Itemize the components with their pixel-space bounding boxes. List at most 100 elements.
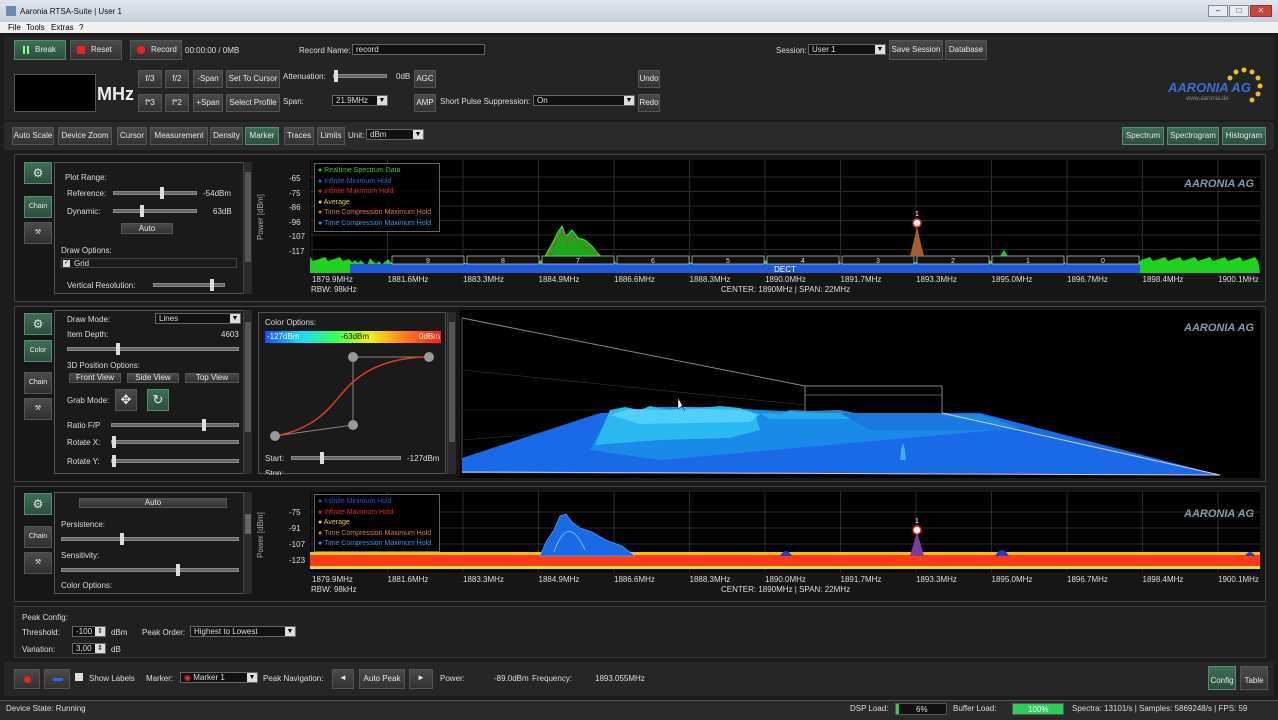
marker-select[interactable]: ◉ Marker 1 ▼ <box>180 672 258 683</box>
redo-button[interactable]: Redo <box>638 94 660 112</box>
density-button[interactable]: Density <box>210 127 243 145</box>
auto-peak-button[interactable]: Auto Peak <box>359 669 405 689</box>
move-icon[interactable]: ✥ <box>115 389 137 411</box>
histogram-legend[interactable]: ● Infinite Minimum Hold ● Infinite Maxim… <box>314 494 440 552</box>
stepper-icon[interactable]: ⇕ <box>95 627 105 636</box>
auto-scale-button[interactable]: Auto Scale <box>12 127 54 145</box>
curve-handle[interactable] <box>348 352 358 362</box>
marker-color-button[interactable] <box>44 669 70 689</box>
rotate-icon[interactable]: ↻ <box>147 389 169 411</box>
curve-handle[interactable] <box>270 431 280 441</box>
spectrum-tool-button[interactable]: ⚒ <box>24 222 52 244</box>
select-profile-button[interactable]: Select Profile <box>226 94 280 112</box>
save-session-button[interactable]: Save Session <box>889 40 943 60</box>
limits-button[interactable]: Limits <box>317 127 345 145</box>
marker-button[interactable]: Marker <box>245 127 279 145</box>
rotate-y-slider[interactable] <box>111 455 239 467</box>
spectrogram-chain-button[interactable]: Chain <box>24 372 52 394</box>
config-button[interactable]: Config <box>1208 666 1236 690</box>
undo-button[interactable]: Undo <box>638 70 660 88</box>
span-select[interactable]: 21.9MHz ▼ <box>332 95 388 106</box>
curve-handle[interactable] <box>348 420 358 430</box>
color-gradient-bar[interactable]: -127dBm -63dBm 0dBm <box>265 331 441 343</box>
table-button[interactable]: Table <box>1240 666 1268 690</box>
spectrum-plot[interactable]: 9 8 7 6 5 4 3 2 1 0 DECT 1 <box>310 160 1260 273</box>
device-zoom-button[interactable]: Device Zoom <box>58 127 112 145</box>
persistence-slider[interactable] <box>61 533 239 545</box>
f-div2-button[interactable]: f/2 <box>165 70 189 88</box>
vertical-resolution-slider[interactable] <box>153 279 225 291</box>
plus-span-button[interactable]: +Span <box>193 94 223 112</box>
spectrogram-color-button[interactable]: Color <box>24 340 52 362</box>
sps-select[interactable]: On ▼ <box>533 95 635 106</box>
tab-spectrogram[interactable]: Spectrogram <box>1167 127 1219 145</box>
color-options-scrollbar[interactable] <box>447 312 456 474</box>
auto-button[interactable]: Auto <box>121 223 173 234</box>
histogram-plot[interactable]: 1 <box>310 492 1260 572</box>
draw-mode-select[interactable]: Lines ▼ <box>155 313 241 324</box>
menu-help[interactable]: ? <box>79 23 83 32</box>
unit-select[interactable]: dBm ▼ <box>366 129 424 140</box>
attenuation-slider[interactable] <box>333 70 387 82</box>
side-view-button[interactable]: Side View <box>127 373 179 383</box>
variation-input[interactable]: 3,00 ⇕ <box>72 643 106 654</box>
minimize-icon[interactable]: – <box>1208 5 1228 17</box>
menu-file[interactable]: File <box>8 23 21 32</box>
histogram-tool-button[interactable]: ⚒ <box>24 552 52 574</box>
spectrum-legend[interactable]: ● Realtime Spectrum Data ● Infinite Mini… <box>314 163 440 232</box>
amp-button[interactable]: AMP <box>414 94 436 112</box>
front-view-button[interactable]: Front View <box>69 373 121 383</box>
next-peak-button[interactable]: ► <box>409 669 433 689</box>
session-select[interactable]: User 1 ▼ <box>808 44 886 55</box>
spectrogram-options-scrollbar[interactable] <box>243 310 252 474</box>
cursor-button[interactable]: Cursor <box>117 127 147 145</box>
ratio-slider[interactable] <box>111 419 239 431</box>
f-mul2-button[interactable]: f*2 <box>165 94 189 112</box>
dynamic-slider[interactable] <box>113 205 197 217</box>
color-curve-editor[interactable] <box>265 347 441 447</box>
histogram-options-scrollbar[interactable] <box>243 492 252 594</box>
minus-span-button[interactable]: -Span <box>193 70 223 88</box>
menu-tools[interactable]: Tools <box>26 23 45 32</box>
spectrogram-3d-plot[interactable] <box>460 310 1260 478</box>
spectrum-chain-button[interactable]: Chain <box>24 196 52 218</box>
record-button[interactable]: Record <box>130 40 182 60</box>
histogram-settings-button[interactable]: ⚙ <box>24 493 52 515</box>
spectrum-settings-button[interactable]: ⚙ <box>24 162 52 184</box>
traces-button[interactable]: Traces <box>284 127 314 145</box>
item-depth-slider[interactable] <box>67 343 239 355</box>
sensitivity-slider[interactable] <box>61 564 239 576</box>
tab-spectrum[interactable]: Spectrum <box>1122 127 1164 145</box>
f-div3-button[interactable]: f/3 <box>138 70 162 88</box>
tab-histogram[interactable]: Histogram <box>1222 127 1266 145</box>
reference-slider[interactable] <box>113 187 197 199</box>
measurement-button[interactable]: Measurement <box>150 127 208 145</box>
maximize-icon[interactable]: □ <box>1229 5 1249 17</box>
spectrum-options-scrollbar[interactable] <box>243 162 252 294</box>
f-mul3-button[interactable]: f*3 <box>138 94 162 112</box>
record-marker-button[interactable] <box>14 669 40 689</box>
stepper-icon[interactable]: ⇕ <box>95 644 105 653</box>
peak-order-select[interactable]: Highest to Lowest ▼ <box>190 626 296 637</box>
threshold-input[interactable]: -100 ⇕ <box>72 626 106 637</box>
grid-checkbox[interactable]: ✓ <box>63 260 70 267</box>
frequency-display[interactable] <box>14 74 96 112</box>
agc-button[interactable]: AGC <box>414 70 436 88</box>
break-button[interactable]: Break <box>14 40 66 60</box>
menu-extras[interactable]: Extras <box>51 23 74 32</box>
start-slider[interactable] <box>291 452 401 464</box>
rotate-x-slider[interactable] <box>111 436 239 448</box>
reset-button[interactable]: Reset <box>70 40 122 60</box>
previous-peak-button[interactable]: ◄ <box>332 669 354 689</box>
top-view-button[interactable]: Top View <box>185 373 239 383</box>
histogram-chain-button[interactable]: Chain <box>24 526 52 548</box>
close-icon[interactable]: ✕ <box>1250 5 1272 17</box>
database-button[interactable]: Database <box>945 40 987 60</box>
spectrogram-tool-button[interactable]: ⚒ <box>24 398 52 420</box>
curve-handle[interactable] <box>424 352 434 362</box>
spectrogram-settings-button[interactable]: ⚙ <box>24 313 52 335</box>
histogram-auto-button[interactable]: Auto <box>79 498 227 508</box>
set-to-cursor-button[interactable]: Set To Cursor <box>226 70 280 88</box>
record-name-input[interactable]: record <box>352 44 485 55</box>
show-labels-checkbox[interactable] <box>75 673 83 681</box>
